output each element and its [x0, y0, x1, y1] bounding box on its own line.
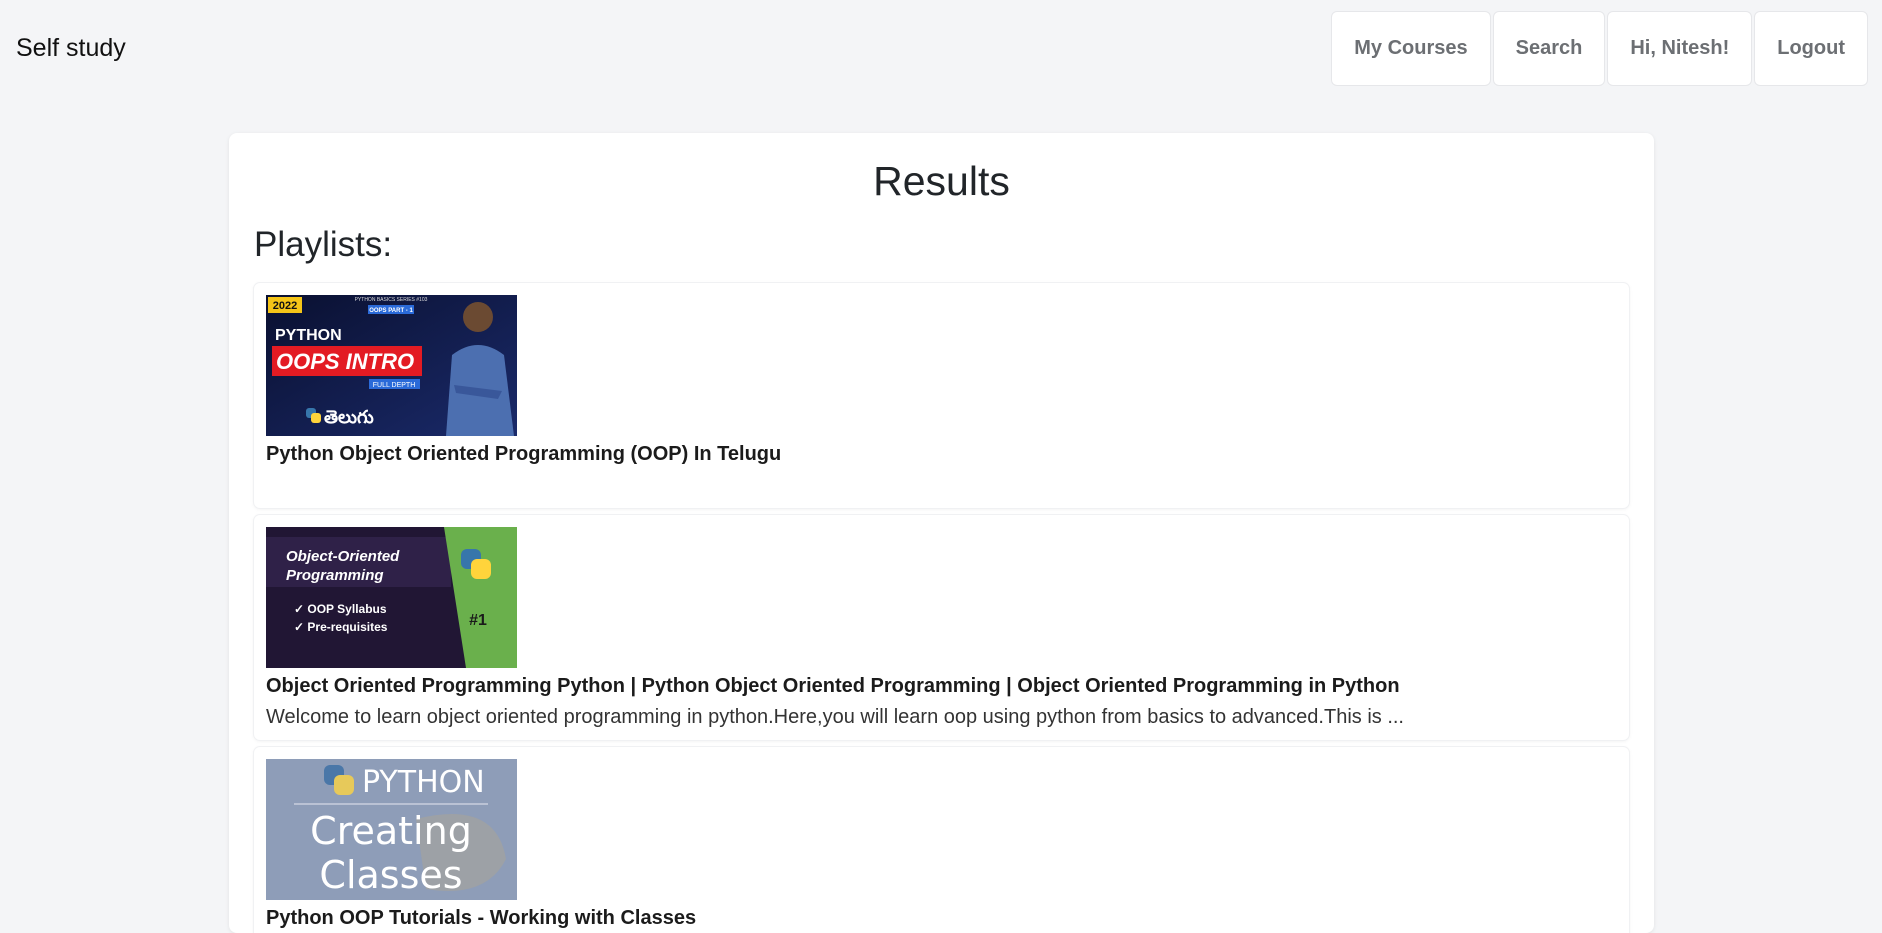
- thumb-line3: Classes: [319, 853, 462, 897]
- nav-my-courses-button[interactable]: My Courses: [1331, 11, 1491, 86]
- nav-search-button[interactable]: Search: [1492, 11, 1606, 86]
- playlist-title[interactable]: Python OOP Tutorials - Working with Clas…: [266, 906, 1617, 931]
- thumb-series-text: PYTHON BASICS SERIES #103: [355, 297, 428, 303]
- thumb-line1: PYTHON: [362, 765, 485, 800]
- thumb-line1: Object-Oriented: [286, 548, 400, 565]
- playlist-title[interactable]: Python Object Oriented Programming (OOP)…: [266, 442, 1617, 467]
- thumb-line2: Programming: [286, 567, 384, 584]
- nav-links: My Courses Search Hi, Nitesh! Logout: [1331, 11, 1868, 86]
- thumb-item2: ✓ Pre-requisites: [294, 620, 388, 634]
- playlist-card[interactable]: 2022 PYTHON BASICS SERIES #103 OOPS PART…: [254, 283, 1629, 508]
- thumb-line1: PYTHON: [275, 327, 342, 344]
- results-panel: Results Playlists: 2022 PYTHON BASICS SE…: [229, 133, 1654, 933]
- thumb-line3: FULL DEPTH: [373, 382, 416, 389]
- nav-logout-button[interactable]: Logout: [1754, 11, 1868, 86]
- playlist-thumbnail[interactable]: 2022 PYTHON BASICS SERIES #103 OOPS PART…: [266, 295, 517, 436]
- thumb-item1: ✓ OOP Syllabus: [294, 602, 387, 616]
- playlist-thumbnail[interactable]: PYTHON Creating Classes: [266, 759, 517, 900]
- thumb-line2: OOPS INTRO: [276, 349, 414, 374]
- thumb-part-text: OOPS PART - 1: [369, 308, 413, 314]
- playlists-heading: Playlists:: [254, 225, 393, 265]
- playlist-card[interactable]: PYTHON Creating Classes Python OOP Tutor…: [254, 747, 1629, 933]
- page-title: Results: [873, 158, 1010, 204]
- thumb-number: #1: [469, 612, 487, 629]
- playlist-list: 2022 PYTHON BASICS SERIES #103 OOPS PART…: [254, 283, 1629, 933]
- playlist-description: [266, 472, 1617, 498]
- brand-logo-text[interactable]: Self study: [16, 34, 126, 63]
- thumb-lang: తెలుగు: [324, 407, 374, 428]
- playlist-card[interactable]: Object-Oriented Programming ✓ OOP Syllab…: [254, 515, 1629, 740]
- thumb-line2: Creating: [310, 809, 472, 853]
- playlist-title[interactable]: Object Oriented Programming Python | Pyt…: [266, 674, 1617, 699]
- nav-user-greeting-button[interactable]: Hi, Nitesh!: [1607, 11, 1753, 86]
- playlist-thumbnail[interactable]: Object-Oriented Programming ✓ OOP Syllab…: [266, 527, 517, 668]
- thumb-badge: 2022: [273, 300, 297, 312]
- playlist-description: Welcome to learn object oriented program…: [266, 706, 1404, 728]
- top-navbar: Self study My Courses Search Hi, Nitesh!…: [0, 0, 1882, 98]
